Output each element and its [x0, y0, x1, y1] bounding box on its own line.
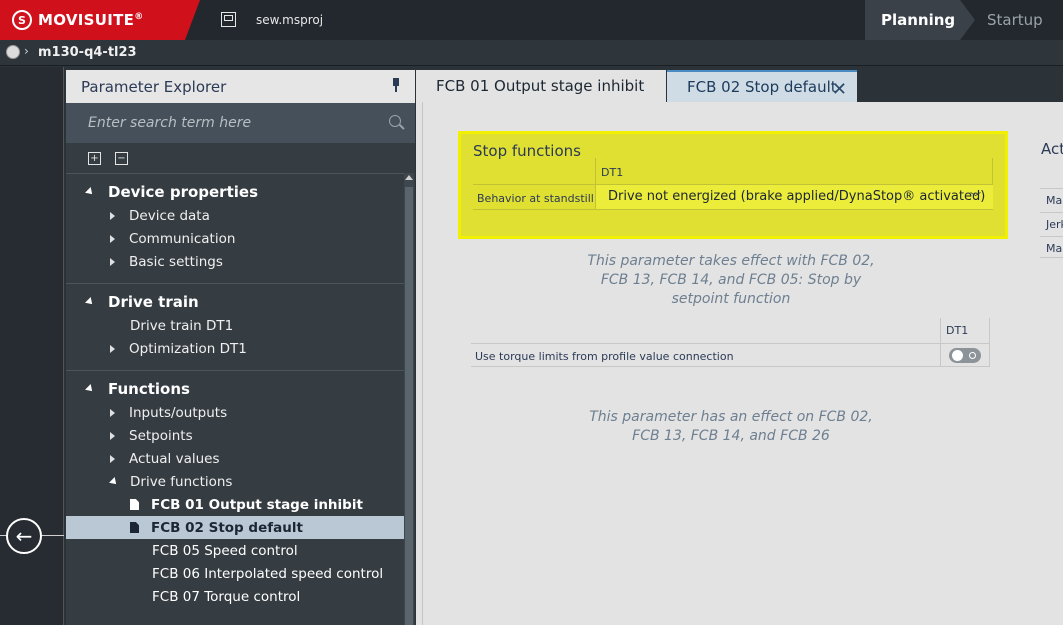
search-box [66, 103, 415, 143]
project-filename: sew.msproj [256, 13, 324, 27]
info-text-torque: This parameter has an effect on FCB 02, … [589, 409, 873, 444]
explorer-title: Parameter Explorer [81, 77, 227, 96]
caret-right-icon[interactable] [110, 431, 115, 440]
behavior-standstill-label: Behavior at standstill [477, 192, 594, 205]
caret-down-icon[interactable] [85, 187, 95, 197]
scroll-thumb[interactable] [405, 187, 413, 625]
caret-down-icon[interactable] [85, 297, 95, 307]
workflow-step-startup[interactable]: Startup [975, 0, 1043, 40]
tree-tools: + − [66, 143, 415, 173]
tree-item-basic-settings[interactable]: Basic settings [66, 250, 404, 273]
parameter-tree: Device properties Device data Communicat… [66, 173, 404, 625]
tree-item-communication[interactable]: Communication [66, 227, 404, 250]
caret-right-icon[interactable] [110, 234, 115, 243]
tree-item-drive-functions[interactable]: Drive functions [66, 470, 404, 493]
torque-limits-label: Use torque limits from profile value con… [475, 350, 734, 363]
tree-item-device-data[interactable]: Device data [66, 204, 404, 227]
search-input[interactable] [88, 115, 358, 131]
tree-node-device-properties[interactable]: Device properties [66, 180, 404, 204]
tree-item-optimization-dt1[interactable]: Optimization DT1 [66, 337, 404, 360]
torque-limits-row: Use torque limits from profile value con… [471, 343, 990, 367]
explorer-header: Parameter Explorer [66, 70, 415, 103]
tree-node-drive-train[interactable]: Drive train [66, 290, 404, 314]
main-content: FCB 01 Output stage inhibit FCB 02 Stop … [416, 67, 1063, 625]
tree-leaf-fcb02[interactable]: FCB 02 Stop default [66, 516, 404, 539]
brand-name: MOVISUITE® [38, 11, 144, 29]
tree-leaf-fcb06[interactable]: FCB 06 Interpolated speed control [66, 562, 404, 585]
tab-fcb01[interactable]: FCB 01 Output stage inhibit [416, 70, 666, 102]
torque-limits-toggle[interactable] [949, 348, 981, 363]
explorer-scrollbar[interactable] [404, 173, 414, 625]
scroll-up-icon[interactable] [405, 175, 413, 180]
device-path-bar [0, 40, 1063, 66]
chevron-down-icon[interactable]: ﹀ [970, 189, 981, 205]
caret-right-icon[interactable] [110, 211, 115, 220]
tree-node-functions[interactable]: Functions [66, 377, 404, 401]
caret-right-icon[interactable] [110, 454, 115, 463]
column-header-dt1-torque: DT1 [940, 318, 990, 343]
caret-down-icon[interactable] [85, 384, 95, 394]
tree-leaf-fcb01[interactable]: FCB 01 Output stage inhibit [66, 493, 404, 516]
tree-item-drive-train-dt1[interactable]: Drive train DT1 [66, 314, 404, 337]
project-file-icon[interactable] [221, 12, 236, 27]
behavior-standstill-dropdown[interactable]: Drive not energized (brake applied/DynaS… [595, 185, 993, 209]
behavior-standstill-row: Behavior at standstill Drive not energiz… [473, 184, 993, 210]
tab-bar: FCB 01 Output stage inhibit FCB 02 Stop … [416, 67, 1063, 102]
activation-row: Jerk [1040, 212, 1063, 234]
sew-logo-icon: S [12, 10, 32, 30]
document-icon [130, 499, 139, 510]
brand-logo: S MOVISUITE® [0, 0, 200, 40]
activation-title: Act [1041, 140, 1063, 158]
column-header-dt1: DT1 [595, 158, 993, 184]
caret-open-icon[interactable] [109, 476, 119, 487]
caret-right-icon[interactable] [110, 408, 115, 417]
tree-leaf-fcb05[interactable]: FCB 05 Speed control [66, 539, 404, 562]
tree-item-setpoints[interactable]: Setpoints [66, 424, 404, 447]
back-arrow-icon[interactable]: ← [6, 518, 42, 554]
stop-functions-title: Stop functions [473, 142, 581, 160]
device-name[interactable]: m130-q4-tl23 [38, 45, 137, 60]
tree-section-device-properties: Device properties Device data Communicat… [66, 173, 404, 283]
close-icon[interactable]: ✕ [832, 79, 847, 100]
top-bar: S MOVISUITE® sew.msproj Planning Startup [0, 0, 1063, 40]
pin-icon[interactable] [391, 78, 401, 92]
tree-section-functions: Functions Inputs/outputs Setpoints Actua… [66, 370, 404, 618]
chevron-right-icon: › [24, 44, 29, 58]
tab-fcb02[interactable]: FCB 02 Stop default ✕ [667, 70, 857, 102]
stop-functions-group: Stop functions DT1 Behavior at standstil… [458, 131, 1008, 239]
activation-row: Ma [1040, 236, 1063, 258]
tree-leaf-fcb07[interactable]: FCB 07 Torque control [66, 585, 404, 608]
expand-all-icon[interactable]: + [88, 151, 101, 165]
tree-item-inputs-outputs[interactable]: Inputs/outputs [66, 401, 404, 424]
tree-section-drive-train: Drive train Drive train DT1 Optimization… [66, 283, 404, 370]
workflow-step-planning[interactable]: Planning [865, 0, 975, 40]
caret-right-icon[interactable] [110, 344, 115, 353]
collapse-all-icon[interactable]: − [115, 151, 128, 165]
parameter-explorer: Parameter Explorer + − Device properties… [66, 70, 415, 625]
tree-item-actual-values[interactable]: Actual values [66, 447, 404, 470]
content-divider [422, 102, 423, 625]
info-text-stop: This parameter takes effect with FCB 02,… [587, 253, 875, 307]
search-icon[interactable] [389, 115, 401, 127]
network-globe-icon[interactable] [6, 45, 20, 59]
activation-row: Ma [1040, 188, 1063, 210]
caret-right-icon[interactable] [110, 257, 115, 266]
document-icon [130, 522, 139, 533]
